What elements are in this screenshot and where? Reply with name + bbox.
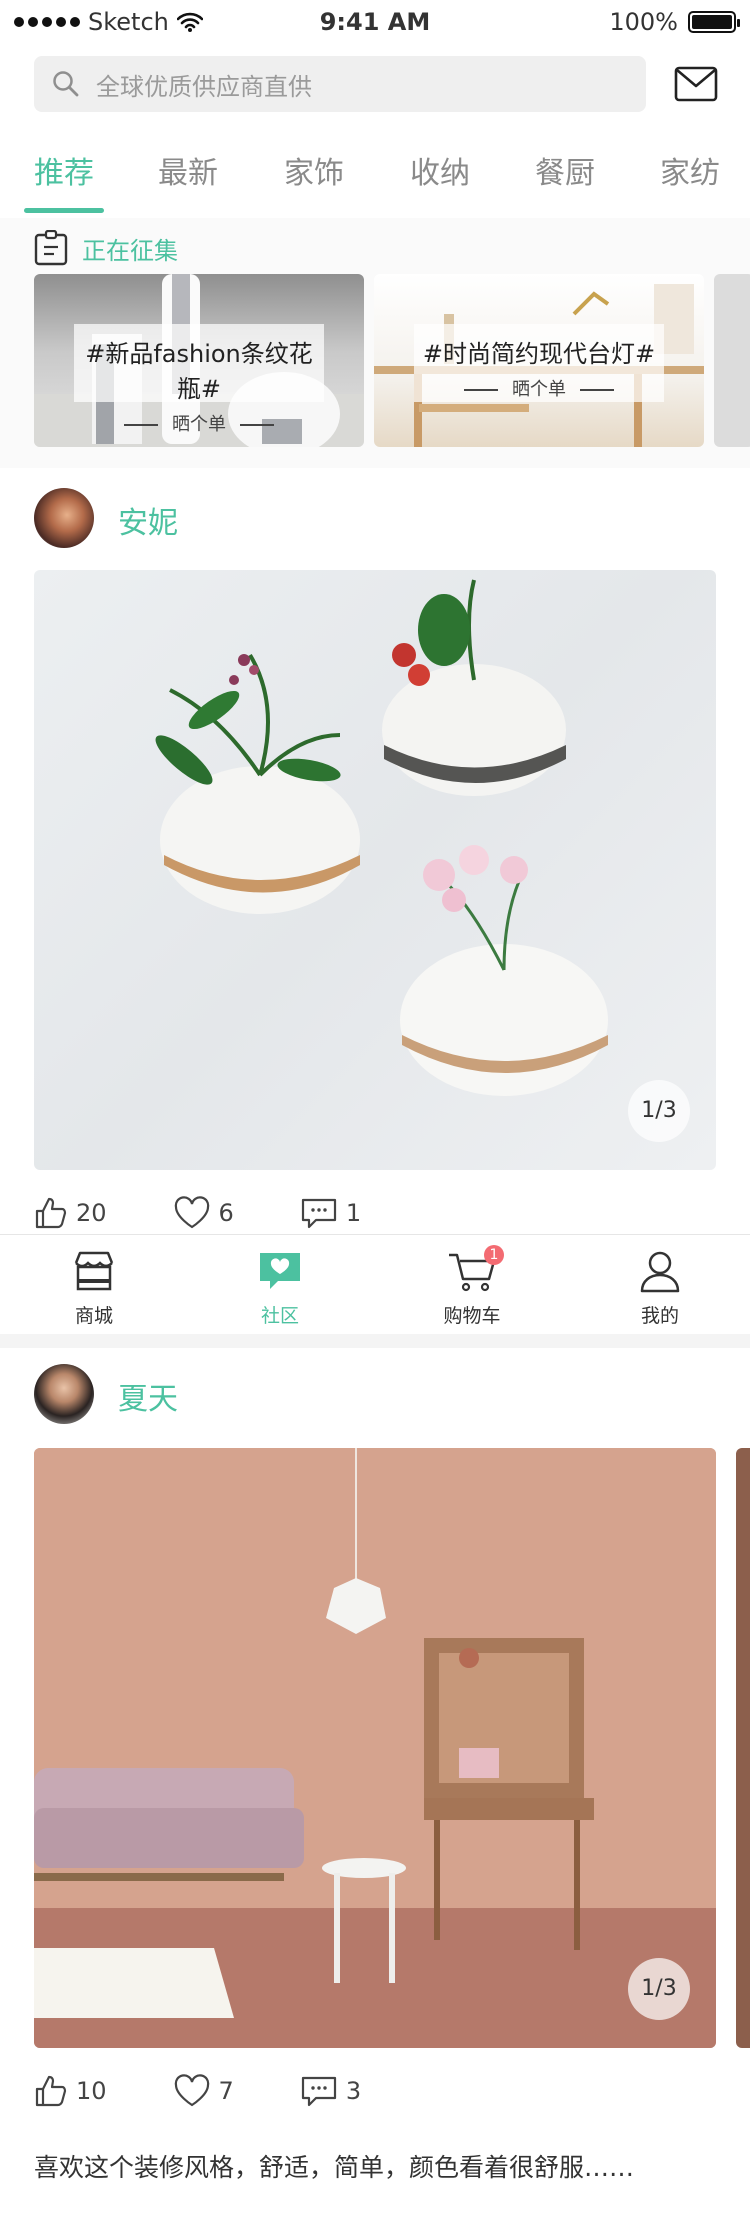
avatar[interactable] xyxy=(34,1364,94,1424)
user-icon xyxy=(640,1251,680,1293)
collect-card-action: 晒个单 xyxy=(74,410,324,436)
comment-icon xyxy=(301,1198,336,1229)
post-username[interactable]: 夏天 xyxy=(118,1374,178,1418)
heart-icon xyxy=(174,1196,209,1229)
active-tab-indicator xyxy=(24,208,104,213)
tab-storage[interactable]: 收纳 xyxy=(385,148,495,192)
post-photo[interactable]: 1/3 xyxy=(34,1448,716,2048)
post-actions: 20 6 1 xyxy=(34,1196,427,1230)
post-username[interactable]: 安妮 xyxy=(118,498,178,542)
clipboard-icon xyxy=(34,230,68,266)
vases-photo xyxy=(155,579,608,1096)
comment-count: 3 xyxy=(345,2077,362,2105)
collect-card-topic: #时尚简约现代台灯# xyxy=(422,340,656,368)
favorite-count: 6 xyxy=(218,1199,234,1227)
collect-card-lamp[interactable]: #时尚简约现代台灯# 晒个单 xyxy=(374,274,704,447)
tabbar-item-cart[interactable]: 1 购物车 xyxy=(412,1245,532,1328)
tab-recommend[interactable]: 推荐 xyxy=(9,148,119,192)
tabbar-label-cart: 购物车 xyxy=(443,1305,501,1327)
like-count: 20 xyxy=(76,1199,107,1227)
thumbs-up-icon xyxy=(35,2075,67,2107)
like-button[interactable]: 20 xyxy=(34,1196,107,1230)
collect-card-action: 晒个单 xyxy=(414,375,664,401)
image-counter: 1/3 xyxy=(628,1958,690,2020)
top-header: Sketch 9:41 AM 100% 全球优质供应商直供 推荐 最新 家饰 收… xyxy=(0,0,750,218)
next-photo-peek xyxy=(736,1448,750,2048)
tab-decor[interactable]: 家饰 xyxy=(259,148,369,192)
battery-icon xyxy=(688,11,740,33)
favorite-count: 7 xyxy=(218,2077,234,2105)
tabbar-item-me[interactable]: 我的 xyxy=(600,1249,720,1328)
image-counter: 1/3 xyxy=(628,1080,690,1142)
collecting-section: 正在征集 #新品fashion条纹花瓶# 晒个单 #时尚简约现代台灯# 晒个单 xyxy=(0,218,750,468)
post-photo[interactable]: 1/3 xyxy=(34,570,716,1170)
tabbar-label-community: 社区 xyxy=(260,1305,299,1327)
comment-icon xyxy=(301,2076,336,2107)
search-placeholder: 全球优质供应商直供 xyxy=(96,72,312,101)
community-icon xyxy=(260,1253,300,1289)
store-icon xyxy=(74,1251,114,1291)
favorite-button[interactable]: 7 xyxy=(173,2074,234,2108)
tab-latest[interactable]: 最新 xyxy=(133,148,243,192)
post-text: 喜欢这个装修风格，舒适，简单，颜色看着很舒服…… xyxy=(34,2153,635,2182)
thumbs-up-icon xyxy=(35,1197,67,1229)
collect-card-topic: #新品fashion条纹花瓶# xyxy=(85,340,313,403)
cart-badge: 1 xyxy=(484,1245,504,1265)
collect-card-vase[interactable]: #新品fashion条纹花瓶# 晒个单 xyxy=(34,274,364,447)
comment-count: 1 xyxy=(345,1199,362,1227)
tabbar-item-community[interactable]: 社区 xyxy=(220,1249,340,1328)
mail-icon[interactable] xyxy=(674,64,718,104)
tabbar-label-me: 我的 xyxy=(640,1305,679,1327)
search-input[interactable]: 全球优质供应商直供 xyxy=(34,56,646,112)
battery-percent: 100% xyxy=(609,8,678,36)
tab-textile[interactable]: 家纺 xyxy=(635,148,745,192)
collect-card-tag: #时尚简约现代台灯# 晒个单 xyxy=(414,324,664,402)
tabbar-label-store: 商城 xyxy=(74,1305,113,1327)
like-button[interactable]: 10 xyxy=(34,2074,107,2108)
collect-card-tag: #新品fashion条纹花瓶# 晒个单 xyxy=(74,324,324,435)
category-tabs: 推荐 最新 家饰 收纳 餐厨 家纺 xyxy=(0,148,750,218)
tab-kitchen[interactable]: 餐厨 xyxy=(510,148,620,192)
collecting-title: 正在征集 xyxy=(82,236,178,265)
search-icon xyxy=(53,71,79,97)
like-count: 10 xyxy=(76,2077,107,2105)
tabbar-item-store[interactable]: 商城 xyxy=(34,1249,154,1328)
heart-icon xyxy=(174,2074,209,2107)
post-actions: 10 7 3 xyxy=(34,2074,427,2108)
post-card: 安妮 1/3 20 6 1 xyxy=(0,468,750,1234)
interior-photo xyxy=(34,1448,716,2048)
status-bar: Sketch 9:41 AM 100% xyxy=(0,0,750,44)
favorite-button[interactable]: 6 xyxy=(173,1196,234,1230)
post-card: 夏天 1/3 10 7 3 喜欢这个装修风格，舒适，简单，颜色看着很舒服…… xyxy=(0,1348,750,2226)
bottom-tab-bar: 商城 社区 1 购物车 我的 xyxy=(0,1234,750,1334)
avatar[interactable] xyxy=(34,488,94,548)
collect-card-peek[interactable] xyxy=(714,274,750,447)
comment-button[interactable]: 1 xyxy=(300,1196,361,1230)
comment-button[interactable]: 3 xyxy=(300,2074,361,2108)
